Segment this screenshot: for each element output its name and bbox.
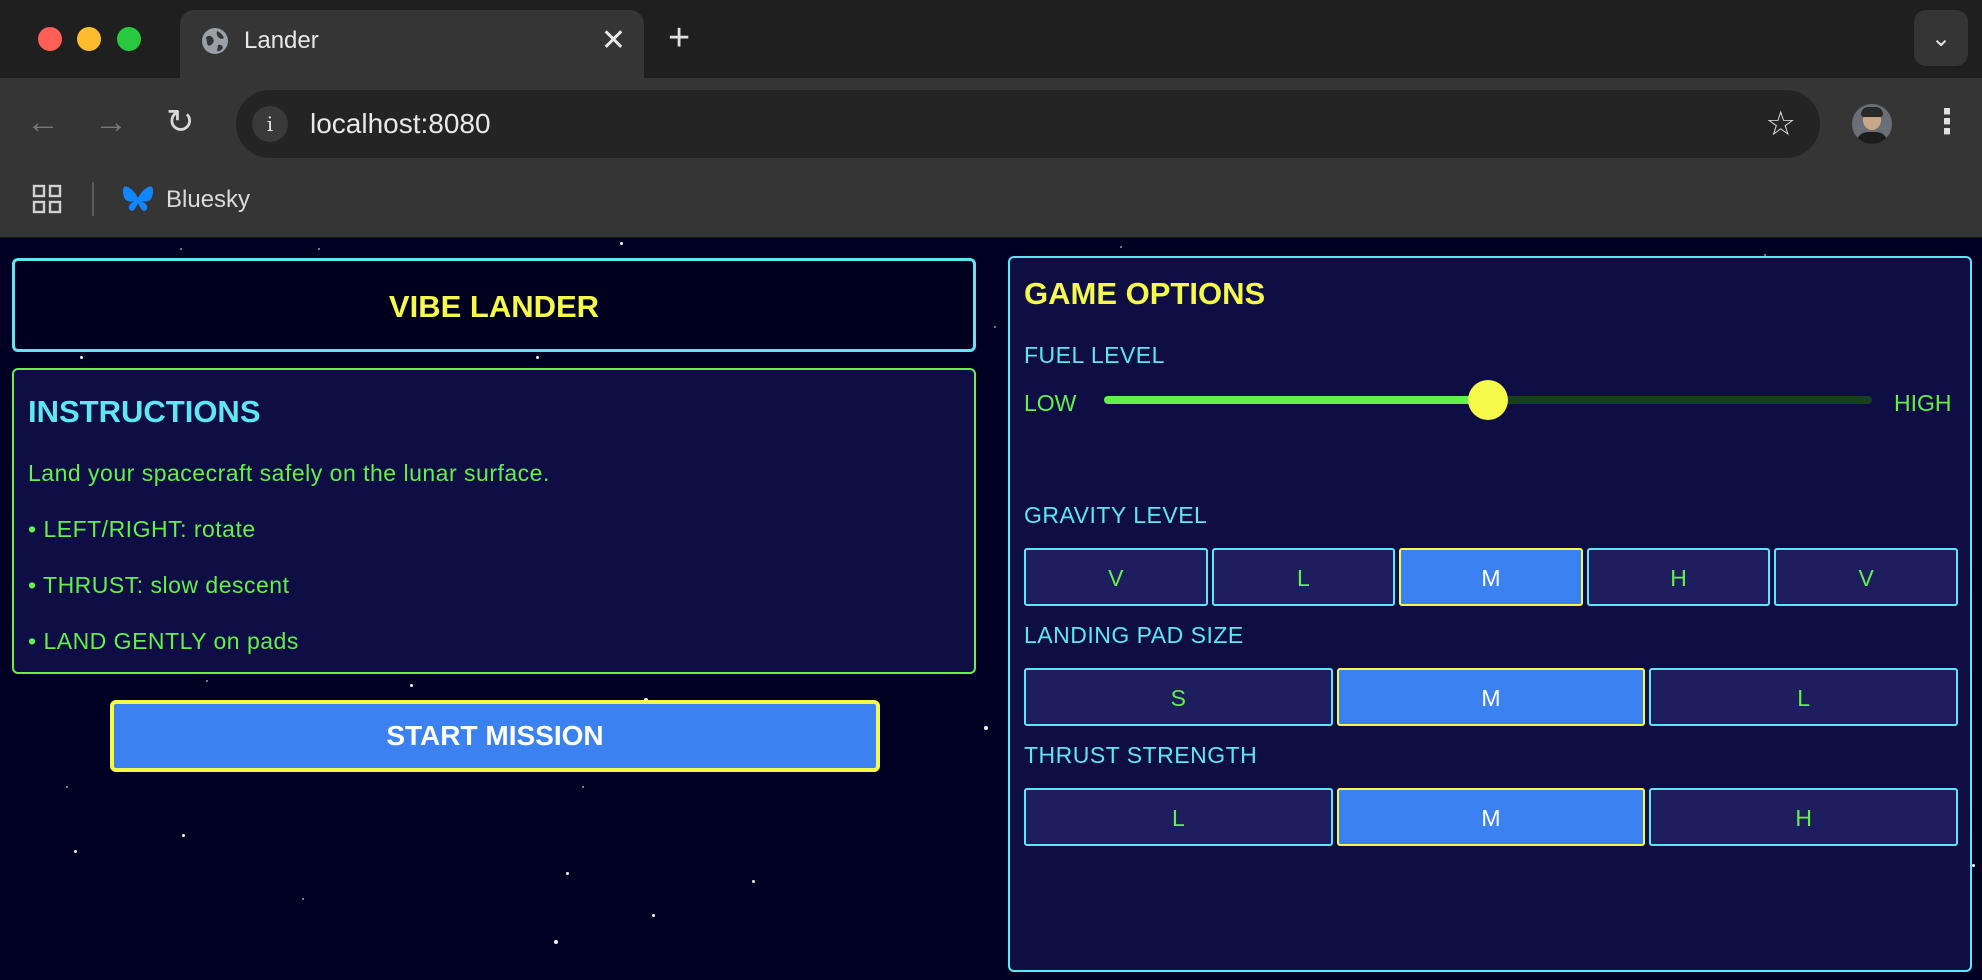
profile-avatar[interactable]: [1852, 104, 1892, 144]
star-dot: [652, 914, 655, 917]
instruction-line: • THRUST: slow descent: [28, 572, 290, 598]
gravity-option[interactable]: H: [1586, 548, 1771, 606]
gravity-level-label: GRAVITY LEVEL: [1024, 502, 1208, 528]
star-dot: [410, 684, 413, 687]
star-dot: [536, 356, 539, 359]
options-heading: GAME OPTIONS: [1024, 276, 1266, 311]
star-dot: [620, 242, 623, 245]
browser-tab-strip: Lander ✕ + ⌄: [0, 0, 1982, 78]
new-tab-button[interactable]: +: [668, 18, 690, 58]
game-options-panel: GAME OPTIONS FUEL LEVEL LOW HIGH GRAVITY…: [1008, 256, 1972, 972]
star-dot: [752, 880, 755, 883]
instruction-line: • LAND GENTLY on pads: [28, 628, 299, 654]
browser-toolbar: ← → ↻ i localhost:8080 ☆ ⋮: [0, 78, 1982, 166]
game-page: VIBE LANDER INSTRUCTIONS Land your space…: [0, 238, 1982, 980]
pad-size-option[interactable]: L: [1649, 668, 1959, 726]
start-mission-button[interactable]: START MISSION: [110, 700, 880, 772]
butterfly-icon: [122, 186, 154, 211]
game-title: VIBE LANDER: [388, 289, 600, 324]
pad-size-selector: S M L: [1024, 668, 1959, 726]
instruction-line: Land your spacecraft safely on the lunar…: [28, 460, 550, 486]
reload-button[interactable]: ↻: [166, 102, 195, 142]
pad-size-option[interactable]: S: [1024, 668, 1333, 726]
forward-button[interactable]: →: [94, 102, 128, 142]
star-dot: [206, 680, 208, 682]
site-info-icon[interactable]: i: [252, 106, 288, 142]
bookmarks-bar: Bluesky: [0, 166, 1982, 238]
landing-pad-size-label: LANDING PAD SIZE: [1024, 622, 1244, 648]
globe-icon: [202, 28, 228, 54]
star-dot: [994, 326, 996, 328]
thrust-option[interactable]: M: [1336, 788, 1646, 846]
gravity-option[interactable]: V: [1774, 548, 1958, 606]
star-dot: [80, 356, 83, 359]
star-dot: [74, 850, 77, 853]
instructions-panel: INSTRUCTIONS Land your spacecraft safely…: [12, 368, 976, 674]
gravity-option[interactable]: M: [1399, 548, 1583, 606]
star-dot: [554, 940, 558, 944]
star-dot: [66, 786, 68, 788]
back-button[interactable]: ←: [26, 102, 60, 142]
star-dot: [582, 786, 584, 788]
fuel-high-label: HIGH: [1894, 390, 1952, 416]
fuel-slider-fill: [1104, 396, 1488, 404]
gravity-option[interactable]: V: [1024, 548, 1208, 606]
close-window-button[interactable]: [38, 27, 62, 51]
fuel-level-label: FUEL LEVEL: [1024, 342, 1165, 368]
thrust-option[interactable]: H: [1649, 788, 1959, 846]
pad-size-option[interactable]: M: [1336, 668, 1646, 726]
tab-title: Lander: [244, 27, 319, 54]
instruction-line: • LEFT/RIGHT: rotate: [28, 516, 256, 542]
bookmark-label: Bluesky: [166, 186, 251, 213]
active-tab[interactable]: Lander ✕: [180, 10, 644, 78]
fuel-slider-thumb[interactable]: [1468, 380, 1508, 420]
fuel-low-label: LOW: [1024, 390, 1077, 416]
apps-grid-icon[interactable]: [32, 184, 62, 214]
tab-close-icon[interactable]: ✕: [601, 24, 626, 58]
url-text[interactable]: localhost:8080: [310, 106, 491, 142]
gravity-selector: V L M H V: [1024, 548, 1958, 606]
chevron-down-icon: ⌄: [1931, 25, 1952, 52]
gravity-option[interactable]: L: [1211, 548, 1396, 606]
maximize-window-button[interactable]: [117, 27, 141, 51]
star-dot: [1972, 864, 1975, 867]
star-dot: [984, 726, 988, 730]
minimize-window-button[interactable]: [77, 27, 101, 51]
thrust-strength-label: THRUST STRENGTH: [1024, 742, 1258, 768]
instructions-heading: INSTRUCTIONS: [28, 394, 261, 429]
star-dot: [1120, 246, 1122, 248]
bookmark-star-icon[interactable]: ☆: [1766, 104, 1796, 144]
star-dot: [180, 248, 182, 250]
tab-search-button[interactable]: ⌄: [1914, 10, 1968, 66]
browser-menu-icon[interactable]: ⋮: [1930, 102, 1964, 142]
thrust-selector: L M H: [1024, 788, 1959, 846]
address-bar[interactable]: i localhost:8080 ☆: [236, 90, 1820, 158]
fuel-level-slider[interactable]: [1104, 380, 1872, 420]
star-dot: [566, 872, 569, 875]
bookmarks-divider: [92, 182, 94, 216]
star-dot: [318, 248, 320, 250]
thrust-option[interactable]: L: [1024, 788, 1333, 846]
star-dot: [182, 834, 185, 837]
star-dot: [302, 898, 304, 900]
game-title-panel: VIBE LANDER: [12, 258, 976, 352]
